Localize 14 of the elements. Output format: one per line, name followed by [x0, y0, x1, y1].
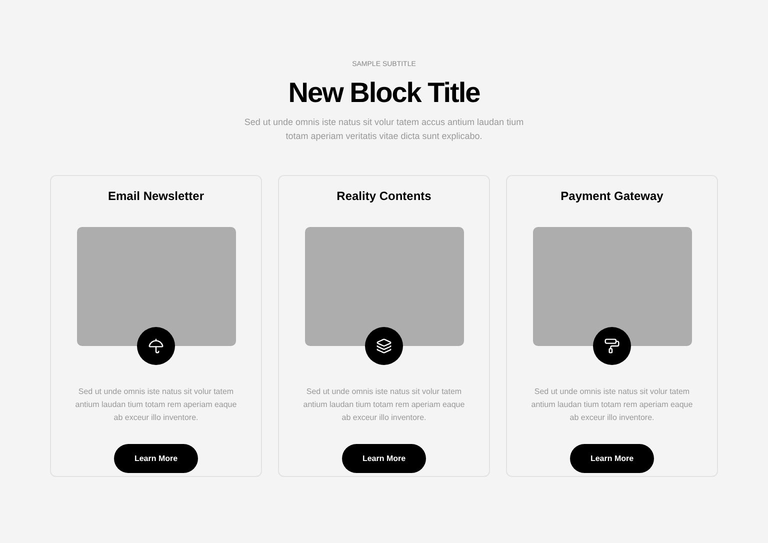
card-title: Email Newsletter — [108, 188, 204, 204]
page-title: New Block Title — [288, 76, 480, 110]
card-title: Payment Gateway — [560, 188, 664, 204]
learn-more-button[interactable]: Learn More — [114, 444, 198, 473]
card-text: Sed ut unde omnis iste natus sit volur tatem antium laudan tium totam rem aperiam eaque ab exceur illo inventore. — [74, 386, 238, 424]
umbrella-icon — [148, 338, 164, 354]
card-text: Sed ut unde omnis iste natus sit volur tatem antium laudan tium totam rem aperiam eaque ab exceur illo inventore. — [530, 386, 694, 424]
learn-more-button[interactable]: Learn More — [570, 444, 654, 473]
layers-icon — [376, 338, 392, 354]
card-title: Reality Contents — [336, 188, 432, 204]
description: Sed ut unde omnis iste natus sit volur tatem accus antium laudan tium totam aperiam veritatis vitae dicta sunt explicabo. — [243, 116, 525, 143]
learn-more-button[interactable]: Learn More — [342, 444, 426, 473]
paint-roller-icon — [604, 338, 620, 354]
card-text: Sed ut unde omnis iste natus sit volur tatem antium laudan tium totam rem aperiam eaque ab exceur illo inventore. — [302, 386, 466, 424]
